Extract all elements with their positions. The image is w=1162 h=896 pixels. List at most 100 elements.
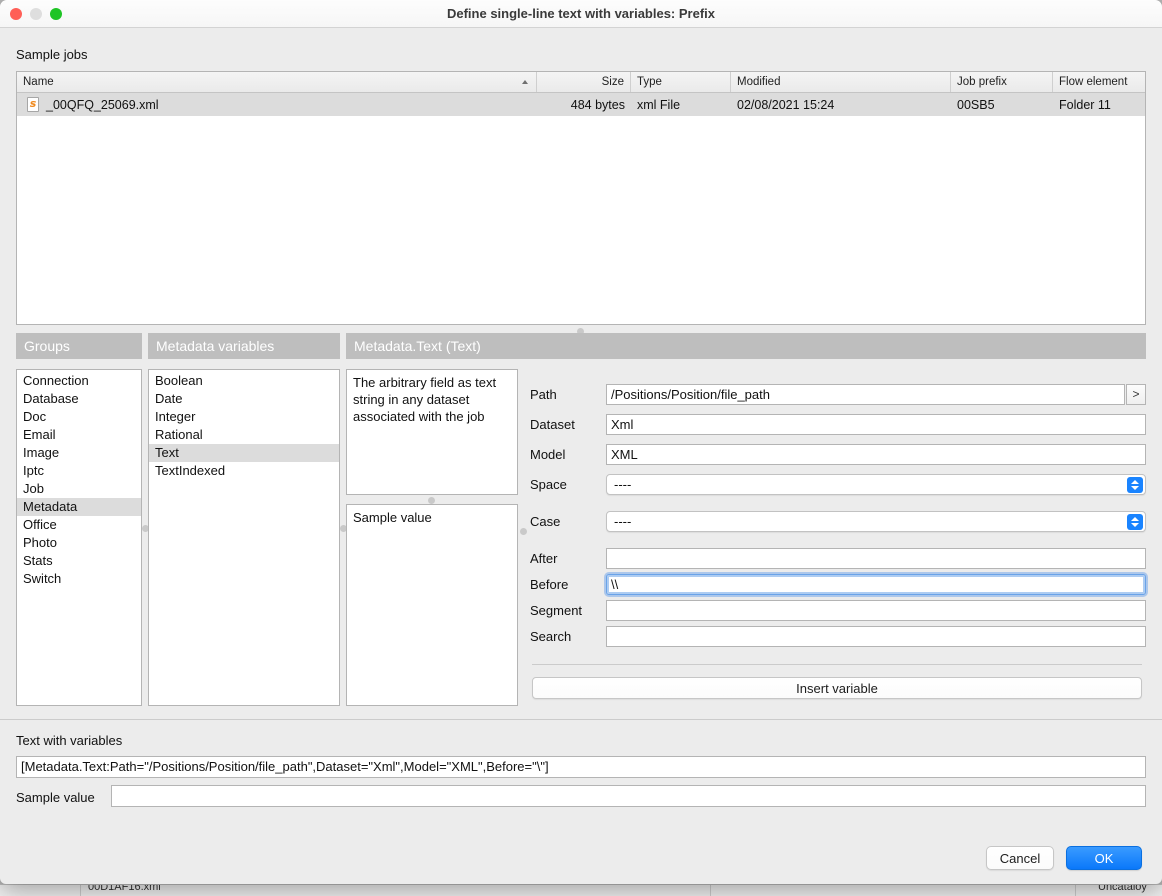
description-sample-splitter-handle[interactable]	[428, 497, 435, 504]
background-window-cell-status: Uncataloy	[1098, 884, 1147, 893]
column-header-name-label: Name	[23, 76, 54, 88]
field-row-path: Path /Positions/Position/file_path >	[530, 383, 1146, 405]
variables-list-item-integer[interactable]: Integer	[149, 408, 339, 426]
field-row-before: Before \\	[530, 573, 1146, 595]
sample-jobs-body: _00QFQ_25069.xml 484 bytes xml File 02/0…	[17, 93, 1145, 116]
sort-ascending-icon	[522, 80, 529, 84]
groups-list-item-iptc[interactable]: Iptc	[17, 462, 141, 480]
model-input[interactable]: XML	[606, 444, 1146, 465]
groups-list-item-switch[interactable]: Switch	[17, 570, 141, 588]
dataset-label: Dataset	[530, 417, 606, 432]
path-label: Path	[530, 387, 606, 402]
variable-description: The arbitrary field as text string in an…	[346, 369, 518, 495]
cell-job-prefix: 00SB5	[951, 98, 1053, 112]
column-header-flow-element[interactable]: Flow element	[1053, 72, 1145, 92]
xml-file-icon	[27, 97, 39, 112]
sample-value-input[interactable]	[111, 785, 1146, 807]
path-input[interactable]: /Positions/Position/file_path	[606, 384, 1125, 405]
variables-list-item-date[interactable]: Date	[149, 390, 339, 408]
groups-list-item-connection[interactable]: Connection	[17, 372, 141, 390]
text-with-variables-label: Text with variables	[16, 733, 122, 748]
space-label: Space	[530, 477, 606, 492]
cell-size: 484 bytes	[537, 98, 631, 112]
groups-pane-header: Groups	[16, 333, 142, 359]
chevron-updown-icon	[1127, 477, 1143, 493]
metadata-variables-list[interactable]: Boolean Date Integer Rational Text TextI…	[148, 369, 340, 706]
window-title: Define single-line text with variables: …	[0, 0, 1162, 28]
column-header-flow-element-label: Flow element	[1059, 76, 1127, 88]
table-row[interactable]: _00QFQ_25069.xml 484 bytes xml File 02/0…	[17, 93, 1145, 116]
cancel-button[interactable]: Cancel	[986, 846, 1054, 870]
column-header-modified[interactable]: Modified	[731, 72, 951, 92]
variables-list-item-boolean[interactable]: Boolean	[149, 372, 339, 390]
ok-button[interactable]: OK	[1066, 846, 1142, 870]
model-label: Model	[530, 447, 606, 462]
field-row-search: Search	[530, 625, 1146, 647]
space-dropdown-value: ----	[614, 477, 631, 492]
variable-options-form: Path /Positions/Position/file_path > Dat…	[530, 369, 1146, 706]
search-input[interactable]	[606, 626, 1146, 647]
text-with-variables-input[interactable]: [Metadata.Text:Path="/Positions/Position…	[16, 756, 1146, 778]
groups-list-item-email[interactable]: Email	[17, 426, 141, 444]
column-header-size[interactable]: Size	[537, 72, 631, 92]
variables-list-item-rational[interactable]: Rational	[149, 426, 339, 444]
space-dropdown[interactable]: ----	[606, 474, 1146, 495]
column-header-type-label: Type	[637, 76, 662, 88]
groups-list-item-doc[interactable]: Doc	[17, 408, 141, 426]
after-label: After	[530, 551, 606, 566]
case-label: Case	[530, 514, 606, 529]
field-row-space: Space ----	[530, 473, 1146, 495]
sample-value-label: Sample value	[16, 790, 95, 805]
before-label: Before	[530, 577, 606, 592]
groups-list-item-stats[interactable]: Stats	[17, 552, 141, 570]
sample-jobs-header-row: Name Size Type Modified Job prefix Flow …	[17, 72, 1145, 93]
detail-form-splitter-handle[interactable]	[520, 528, 527, 535]
groups-list-item-job[interactable]: Job	[17, 480, 141, 498]
field-row-after: After	[530, 547, 1146, 569]
define-text-with-variables-dialog: Define single-line text with variables: …	[0, 0, 1162, 884]
groups-list-item-image[interactable]: Image	[17, 444, 141, 462]
groups-list[interactable]: Connection Database Doc Email Image Iptc…	[16, 369, 142, 706]
cell-modified: 02/08/2021 15:24	[731, 98, 951, 112]
field-row-segment: Segment	[530, 599, 1146, 621]
background-window-sliver: 00D1AF16.xml Uncataloy	[0, 884, 1162, 896]
case-dropdown[interactable]: ----	[606, 511, 1146, 532]
field-row-dataset: Dataset Xml	[530, 413, 1146, 435]
variable-sample-value-panel: Sample value	[346, 504, 518, 706]
column-header-job-prefix[interactable]: Job prefix	[951, 72, 1053, 92]
column-header-type[interactable]: Type	[631, 72, 731, 92]
cell-flow-element: Folder 11	[1053, 98, 1145, 112]
insert-variable-button[interactable]: Insert variable	[532, 677, 1142, 699]
column-header-size-label: Size	[602, 76, 624, 88]
column-header-name[interactable]: Name	[17, 72, 537, 92]
groups-list-item-database[interactable]: Database	[17, 390, 141, 408]
sample-jobs-table[interactable]: Name Size Type Modified Job prefix Flow …	[16, 71, 1146, 325]
form-divider	[532, 664, 1142, 665]
title-bar: Define single-line text with variables: …	[0, 0, 1162, 28]
column-header-modified-label: Modified	[737, 76, 780, 88]
before-input[interactable]: \\	[606, 574, 1146, 595]
groups-list-item-metadata[interactable]: Metadata	[17, 498, 141, 516]
after-input[interactable]	[606, 548, 1146, 569]
field-row-case: Case ----	[530, 510, 1146, 532]
background-window-cell-name: 00D1AF16.xml	[88, 884, 161, 893]
field-row-model: Model XML	[530, 443, 1146, 465]
variables-list-item-text[interactable]: Text	[149, 444, 339, 462]
cell-name-label: _00QFQ_25069.xml	[46, 98, 159, 112]
path-browse-button[interactable]: >	[1126, 384, 1146, 405]
dataset-input[interactable]: Xml	[606, 414, 1146, 435]
groups-list-item-photo[interactable]: Photo	[17, 534, 141, 552]
cell-type: xml File	[631, 98, 731, 112]
sample-jobs-label: Sample jobs	[16, 47, 88, 62]
groups-list-item-office[interactable]: Office	[17, 516, 141, 534]
search-label: Search	[530, 629, 606, 644]
chevron-updown-icon	[1127, 514, 1143, 530]
column-header-job-prefix-label: Job prefix	[957, 76, 1007, 88]
case-dropdown-value: ----	[614, 514, 631, 529]
bottom-divider	[0, 719, 1162, 720]
segment-input[interactable]	[606, 600, 1146, 621]
segment-label: Segment	[530, 603, 606, 618]
variables-list-item-textindexed[interactable]: TextIndexed	[149, 462, 339, 480]
cell-name: _00QFQ_25069.xml	[17, 97, 537, 112]
metadata-variables-pane-header: Metadata variables	[148, 333, 340, 359]
